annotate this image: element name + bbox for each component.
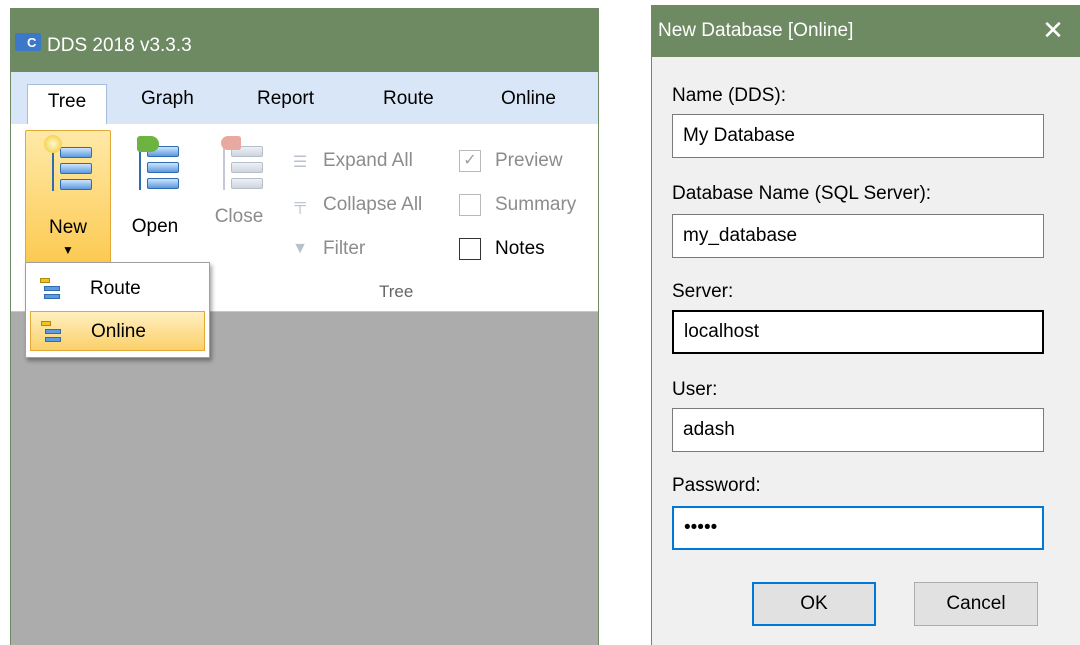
- tab-online[interactable]: Online: [501, 88, 556, 110]
- user-input[interactable]: [672, 408, 1044, 452]
- filter-icon: ▼: [292, 240, 308, 257]
- notes-checkbox[interactable]: Notes: [459, 238, 545, 260]
- open-button[interactable]: Open: [115, 130, 195, 272]
- chevron-down-icon: ▼: [62, 243, 74, 257]
- menu-item-route[interactable]: Route: [30, 269, 205, 309]
- user-label: User:: [672, 379, 718, 400]
- new-button-label: New: [48, 217, 87, 238]
- workspace-area: [11, 312, 598, 645]
- ok-button[interactable]: OK: [752, 582, 876, 626]
- collapse-all-button: ╤ Collapse All: [294, 194, 422, 216]
- app-title: DDS 2018 v3.3.3: [47, 35, 192, 56]
- close-icon[interactable]: ✕: [1032, 9, 1074, 51]
- red-arrow-icon: [221, 136, 241, 150]
- new-database-dialog: New Database [Online] ✕ Name (DDS): Data…: [651, 5, 1080, 645]
- server-input[interactable]: [672, 310, 1044, 354]
- name-label: Name (DDS):: [672, 85, 787, 106]
- password-input[interactable]: [672, 506, 1044, 550]
- new-dropdown-menu: Route Online: [25, 262, 210, 358]
- dbname-label: Database Name (SQL Server):: [672, 183, 932, 204]
- sparkle-icon: [44, 135, 62, 153]
- preview-checkbox: ✓ Preview: [459, 150, 563, 172]
- ribbon-tabs: Tree Graph Report Route Online: [11, 72, 598, 124]
- check-icon: ✓: [459, 150, 481, 172]
- route-tree-icon: [40, 278, 60, 300]
- tab-tree[interactable]: Tree: [27, 84, 107, 124]
- close-button: Close: [201, 130, 277, 272]
- new-tree-icon: [44, 135, 94, 199]
- open-button-label: Open: [131, 216, 179, 237]
- server-label: Server:: [672, 281, 734, 302]
- dbname-input[interactable]: [672, 214, 1044, 258]
- tab-report[interactable]: Report: [257, 88, 314, 110]
- collapse-all-icon: ╤: [294, 196, 306, 213]
- menu-item-online[interactable]: Online: [30, 311, 205, 351]
- open-tree-icon: [133, 136, 181, 198]
- app-logo-icon: C: [15, 33, 41, 51]
- close-tree-icon: [217, 136, 265, 198]
- name-input[interactable]: [672, 114, 1044, 158]
- online-tree-icon: [41, 321, 61, 343]
- filter-button: ▼ Filter: [292, 238, 365, 260]
- expand-all-button: ☰ Expand All: [293, 150, 413, 172]
- tab-route[interactable]: Route: [383, 88, 434, 110]
- green-arrow-icon: [137, 136, 159, 152]
- password-label: Password:: [672, 475, 761, 496]
- app-title-bar: C DDS 2018 v3.3.3: [11, 8, 598, 72]
- cancel-button[interactable]: Cancel: [914, 582, 1038, 626]
- ribbon-group-label: Tree: [379, 282, 414, 301]
- expand-all-icon: ☰: [292, 154, 308, 171]
- summary-checkbox: Summary: [459, 194, 576, 216]
- new-button[interactable]: New ▼: [25, 130, 111, 272]
- tab-graph[interactable]: Graph: [141, 88, 194, 110]
- dialog-title-bar: New Database [Online] ✕: [652, 5, 1080, 57]
- close-button-label: Close: [214, 206, 264, 227]
- dialog-title: New Database [Online]: [658, 20, 854, 41]
